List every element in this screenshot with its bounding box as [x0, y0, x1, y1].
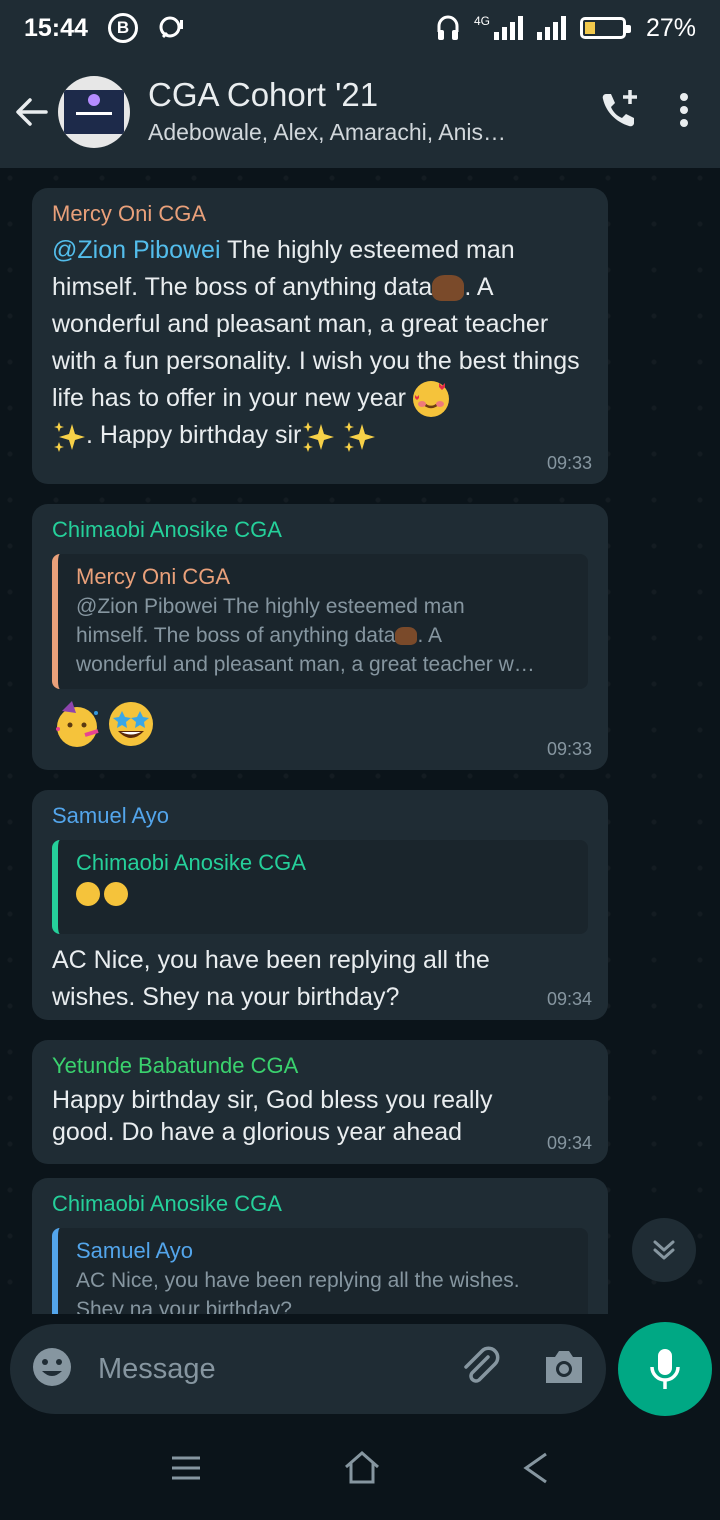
sparkles-emoji-icon — [301, 420, 335, 454]
quoted-text-line: Shey na your birthday? — [76, 1298, 292, 1314]
menu-icon — [172, 1456, 201, 1479]
partying-face-emoji-icon — [52, 699, 102, 749]
message-sender: Chimaobi Anosike CGA — [52, 517, 282, 542]
message-text: AC Nice, you have been replying all the … — [52, 946, 490, 1011]
signal-icon — [493, 16, 523, 40]
home-icon — [344, 1450, 379, 1483]
battery-icon — [579, 17, 631, 39]
scroll-to-bottom-button[interactable] — [632, 1218, 696, 1282]
attach-button[interactable] — [458, 1345, 502, 1394]
message-sender: Mercy Oni CGA — [52, 201, 207, 226]
quoted-sender: Chimaobi Anosike CGA — [76, 850, 306, 875]
system-nav-bar — [0, 1420, 720, 1520]
battery-percent: 27% — [645, 13, 696, 42]
mic-icon — [650, 1349, 680, 1389]
star-struck-emoji-icon — [104, 882, 129, 906]
message-sender: Chimaobi Anosike CGA — [52, 1191, 282, 1216]
signal-icon-2 — [536, 16, 566, 40]
camera-icon — [546, 1350, 582, 1383]
message-bubble[interactable]: Chimaobi Anosike CGA Mercy Oni CGA @Zion… — [32, 504, 608, 770]
quoted-sender: Samuel Ayo — [76, 1238, 194, 1263]
double-chevron-down-icon — [653, 1240, 675, 1260]
status-time: 15:44 — [24, 13, 88, 42]
quoted-message[interactable]: Chimaobi Anosike CGA — [52, 840, 588, 934]
message-time: 09:34 — [546, 1133, 592, 1153]
quoted-text-line: @Zion Pibowei The highly esteemed man — [76, 595, 465, 618]
star-struck-emoji-icon — [106, 699, 156, 749]
back-button[interactable] — [4, 56, 60, 168]
partying-face-emoji-icon — [76, 882, 100, 906]
emoji-row — [52, 699, 588, 753]
message-time: 09:33 — [546, 453, 592, 473]
b-badge-icon: B — [107, 13, 138, 43]
back-icon — [523, 1452, 547, 1483]
add-call-icon — [602, 89, 637, 126]
chat-members: Adebowale, Alex, Amarachi, Anis… — [148, 119, 506, 145]
attach-icon — [464, 1346, 500, 1383]
emoji-button[interactable] — [30, 1345, 74, 1394]
quoted-text-line: AC Nice, you have been replying all the … — [76, 1269, 520, 1292]
chat-info[interactable]: CGA Cohort '21 Adebowale, Alex, Amarachi… — [148, 75, 598, 149]
message-sender: Yetunde Babatunde CGA — [52, 1053, 299, 1078]
quoted-text-line: himself. The boss of anything data . A — [76, 621, 574, 650]
message-text: Happy birthday sir, God bless you really… — [52, 1086, 493, 1146]
group-avatar-image — [64, 90, 124, 134]
headset-icon — [436, 14, 460, 42]
more-options-button[interactable] — [678, 92, 690, 133]
message-composer: Message — [10, 1324, 606, 1414]
raised-hands-emoji-icon — [395, 627, 418, 646]
camera-button[interactable] — [542, 1347, 586, 1392]
message-input[interactable]: Message — [98, 1353, 458, 1386]
raised-hands-emoji-icon — [432, 275, 465, 302]
sparkles-emoji-icon — [52, 420, 86, 454]
emoji-icon — [33, 1347, 71, 1386]
chat-messages[interactable]: Mercy Oni CGA @Zion Pibowei The highly e… — [0, 168, 720, 1314]
message-bubble[interactable]: Mercy Oni CGA @Zion Pibowei The highly e… — [32, 188, 608, 484]
message-text: @Zion Pibowei The highly esteemed man hi… — [52, 232, 588, 454]
message-bubble[interactable]: Chimaobi Anosike CGA Samuel Ayo AC Nice,… — [32, 1178, 608, 1314]
quoted-emoji-row — [76, 882, 574, 906]
message-time: 09:34 — [546, 989, 592, 1009]
quoted-sender: Mercy Oni CGA — [76, 564, 231, 589]
sparkles-emoji-icon — [342, 420, 376, 454]
add-call-button[interactable] — [598, 88, 642, 137]
group-avatar[interactable] — [58, 76, 130, 148]
back-arrow-icon — [16, 98, 48, 126]
menu-button[interactable] — [170, 1452, 202, 1489]
chat-notification-icon — [158, 15, 184, 41]
quoted-text-part: . A — [417, 624, 443, 647]
mention-link[interactable]: @Zion Pibowei — [52, 236, 221, 264]
chat-header: CGA Cohort '21 Adebowale, Alex, Amarachi… — [0, 56, 720, 168]
message-text-part: . Happy birthday sir — [86, 421, 302, 450]
battery-fill — [584, 22, 595, 34]
message-sender: Samuel Ayo — [52, 803, 170, 828]
voice-message-button[interactable] — [618, 1322, 712, 1416]
quoted-text-line: wonderful and pleasant man, a great teac… — [76, 653, 535, 676]
quoted-message[interactable]: Mercy Oni CGA @Zion Pibowei The highly e… — [52, 554, 588, 689]
smiling-hearts-emoji-icon — [412, 381, 449, 418]
network-type: 4G — [473, 14, 490, 28]
status-bar: 15:44 B 4G 27% — [0, 0, 720, 56]
quoted-text-part: himself. The boss of anything data — [76, 624, 396, 647]
chat-title: CGA Cohort '21 — [148, 76, 379, 113]
message-bubble[interactable]: Samuel Ayo Chimaobi Anosike CGA AC Nice,… — [32, 790, 608, 1020]
message-bubble[interactable]: Yetunde Babatunde CGA Happy birthday sir… — [32, 1040, 608, 1164]
back-nav-button[interactable] — [522, 1451, 550, 1490]
quoted-message[interactable]: Samuel Ayo AC Nice, you have been replyi… — [52, 1228, 588, 1314]
more-vert-icon — [680, 92, 688, 127]
message-time: 09:33 — [546, 739, 592, 759]
home-button[interactable] — [343, 1450, 381, 1491]
